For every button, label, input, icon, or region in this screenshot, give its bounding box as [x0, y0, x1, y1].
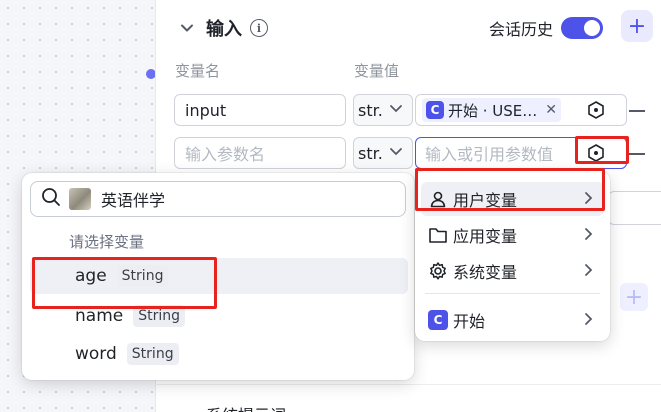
chevron-down-icon[interactable]: [176, 17, 198, 39]
annotation-highlight-box: [32, 257, 217, 309]
column-header-name: 变量名: [175, 62, 221, 80]
annotation-highlight-box: [415, 168, 605, 211]
close-icon[interactable]: ✕: [545, 102, 557, 118]
obscured-input-field: [608, 191, 661, 225]
chevron-right-icon: [584, 227, 594, 245]
menu-item-label: 应用变量: [453, 227, 518, 246]
remove-row-icon[interactable]: [629, 153, 645, 155]
section-divider: [155, 384, 661, 385]
menu-item-label: 开始: [453, 312, 486, 331]
menu-item-system-variables[interactable]: 系统变量: [421, 254, 604, 288]
system-prompt-label: 系统提示词: [206, 402, 286, 412]
add-input-button[interactable]: +: [621, 10, 653, 42]
variable-type-badge: String: [126, 343, 179, 365]
chevron-right-icon: [584, 312, 594, 330]
variable-name: word: [75, 344, 117, 364]
annotation-highlight-box: [575, 136, 629, 164]
chat-history-control: 会话历史: [489, 15, 604, 41]
search-value: 英语伴学: [101, 191, 166, 210]
reference-picker-icon[interactable]: [585, 99, 607, 121]
reference-tag-label: 开始 · USE…: [448, 101, 538, 120]
start-node-icon: C: [426, 101, 444, 119]
app-thumbnail: [69, 188, 91, 210]
search-input[interactable]: 英语伴学: [30, 181, 406, 217]
chevron-right-icon: [584, 263, 594, 281]
search-icon: [41, 187, 61, 211]
param-type-value: str.: [358, 143, 383, 163]
menu-item-start-node[interactable]: C 开始: [421, 303, 604, 337]
gear-icon: [427, 260, 449, 282]
column-header-value: 变量值: [354, 62, 400, 80]
param-name-input[interactable]: input: [174, 94, 346, 126]
menu-divider: [425, 293, 600, 294]
add-input-button[interactable]: +: [620, 283, 648, 311]
remove-row-icon[interactable]: [629, 110, 645, 112]
folder-icon: [427, 224, 449, 246]
chevron-down-icon: [389, 103, 403, 117]
variable-option[interactable]: word String: [30, 336, 408, 372]
param-name-input[interactable]: 输入参数名: [174, 137, 346, 169]
param-type-select[interactable]: str.: [353, 94, 413, 126]
param-type-value: str.: [358, 100, 383, 120]
chevron-down-icon: [389, 146, 403, 160]
variable-section-label: 请选择变量: [69, 233, 145, 251]
param-type-select[interactable]: str.: [353, 137, 413, 169]
input-section-header[interactable]: 输入 i: [176, 14, 268, 42]
start-node-icon: C: [427, 309, 449, 331]
chat-history-toggle[interactable]: [561, 17, 604, 39]
chat-history-label: 会话历史: [489, 20, 554, 39]
reference-tag[interactable]: C 开始 · USE… ✕: [422, 98, 562, 122]
section-title: 输入: [206, 19, 242, 40]
info-icon[interactable]: i: [250, 19, 268, 37]
menu-item-label: 系统变量: [453, 263, 518, 282]
variable-name: name: [75, 306, 124, 326]
menu-item-app-variables[interactable]: 应用变量: [421, 218, 604, 252]
